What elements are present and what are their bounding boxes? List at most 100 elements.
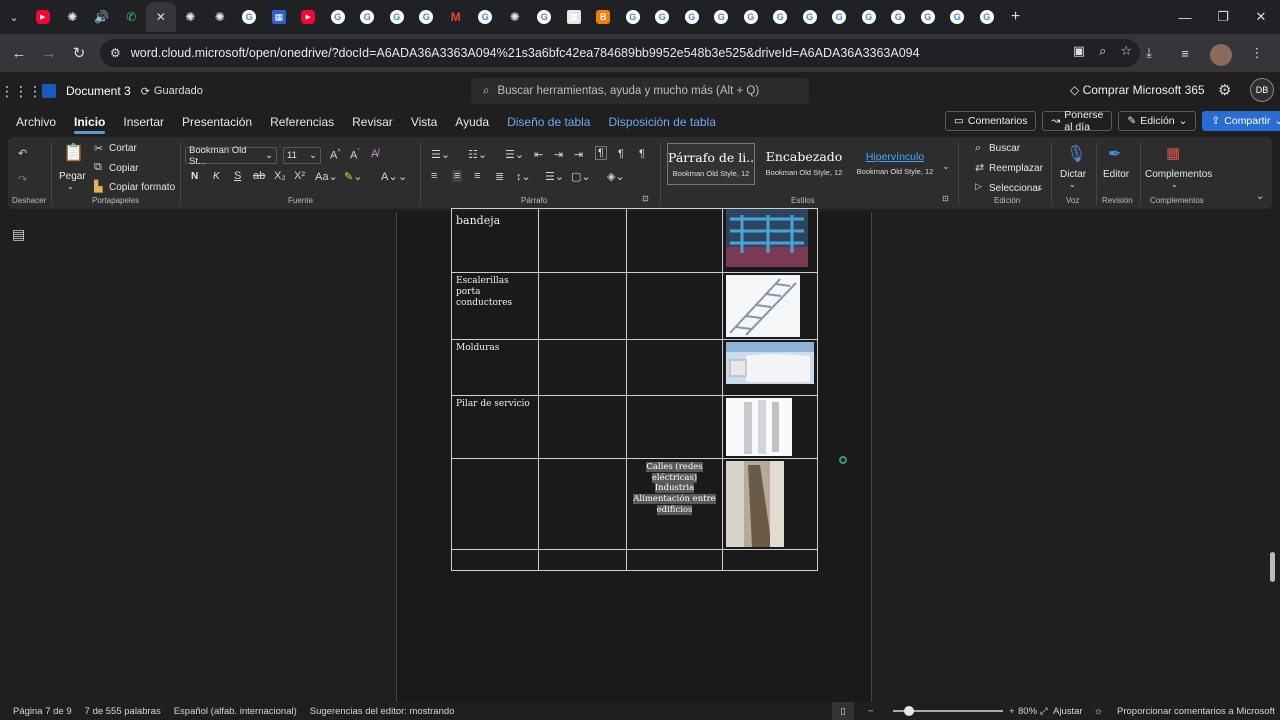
browser-tab[interactable]: ▦ bbox=[559, 2, 589, 32]
style-heading[interactable]: Encabezado Bookman Old Style, 12 bbox=[760, 143, 848, 185]
browser-tab[interactable]: ▦ bbox=[264, 2, 294, 32]
table-cell[interactable] bbox=[538, 208, 627, 273]
feedback-link[interactable]: Proporcionar comentarios a Microsoft bbox=[1117, 702, 1275, 720]
font-size-select[interactable]: 11 ⌄ bbox=[283, 147, 321, 164]
document-page[interactable]: bandeja Escalerillas porta conductores M… bbox=[396, 208, 872, 702]
browser-tab[interactable]: 🔊 bbox=[87, 2, 117, 32]
browser-tab[interactable]: ✺ bbox=[500, 2, 530, 32]
tab-archivo[interactable]: Archivo bbox=[16, 115, 56, 129]
clear-formatting-icon[interactable]: A̸ bbox=[371, 148, 378, 160]
tab-presentacion[interactable]: Presentación bbox=[182, 115, 252, 129]
dictate-button[interactable]: Dictar bbox=[1060, 169, 1086, 180]
service-pillar-image[interactable] bbox=[726, 398, 792, 456]
tab-search-icon[interactable]: ⌄ bbox=[0, 3, 28, 31]
browser-menu-icon[interactable]: ⋮ bbox=[1242, 38, 1272, 68]
table-cell[interactable] bbox=[538, 272, 627, 340]
browser-tab[interactable]: G bbox=[943, 2, 973, 32]
browser-tab[interactable]: G bbox=[530, 2, 560, 32]
subscript-icon[interactable]: X₂ bbox=[274, 170, 286, 182]
rtl-icon[interactable]: ¶ bbox=[618, 148, 624, 160]
change-case-icon[interactable]: Aa⌄ bbox=[315, 170, 338, 183]
increase-indent-2-icon[interactable]: ⇥ bbox=[574, 148, 583, 161]
microphone-icon[interactable]: 🎙 bbox=[1066, 144, 1086, 164]
fit-button[interactable]: Ajustar bbox=[1053, 702, 1083, 720]
italic-button[interactable]: K bbox=[213, 171, 220, 182]
decrease-indent-icon[interactable]: ⇤ bbox=[534, 148, 543, 161]
document-name[interactable]: Document 3 bbox=[66, 84, 131, 98]
grow-font-icon[interactable]: A^ bbox=[330, 149, 341, 162]
browser-tab[interactable]: M bbox=[441, 2, 471, 32]
table-cell[interactable]: bandeja bbox=[451, 208, 539, 273]
zoom-icon[interactable]: ⌕ bbox=[1099, 43, 1106, 59]
zoom-level[interactable]: 80% bbox=[1018, 702, 1037, 720]
tab-inicio[interactable]: Inicio bbox=[74, 115, 106, 134]
selected-text[interactable]: Calles (redes eléctricas) Industria Alim… bbox=[631, 462, 718, 515]
print-layout-icon[interactable]: ▯ bbox=[832, 702, 854, 720]
table-cell[interactable] bbox=[538, 339, 627, 396]
paragraph-launcher-icon[interactable]: ⊡ bbox=[642, 194, 649, 203]
editing-mode-button[interactable]: ✎ Edición ⌄ bbox=[1118, 111, 1197, 131]
browser-tab[interactable]: G bbox=[736, 2, 766, 32]
strikethrough-icon[interactable]: ab bbox=[253, 170, 265, 182]
ribbon-collapse-icon[interactable]: ⌄ bbox=[1256, 191, 1264, 202]
addins-icon[interactable]: ▦ bbox=[1166, 144, 1180, 162]
catch-up-button[interactable]: ↝ Ponerse al día bbox=[1042, 109, 1113, 133]
browser-tab[interactable]: ✺ bbox=[58, 2, 88, 32]
style-hyperlink[interactable]: Hipervínculo Bookman Old Style, 12 bbox=[851, 143, 939, 185]
table-cell[interactable] bbox=[626, 395, 723, 459]
bookmark-star-icon[interactable]: ☆ bbox=[1120, 43, 1132, 59]
tab-revisar[interactable]: Revisar bbox=[352, 115, 393, 129]
table-cell[interactable] bbox=[722, 395, 818, 459]
browser-tab[interactable]: ✕ bbox=[146, 2, 176, 32]
table-cell[interactable] bbox=[451, 458, 539, 550]
browser-tab[interactable]: ✺ bbox=[205, 2, 235, 32]
tab-disposicion-tabla[interactable]: Disposición de tabla bbox=[608, 115, 715, 129]
url-text[interactable]: word.cloud.microsoft/open/onedrive/?docI… bbox=[131, 46, 920, 60]
browser-tab[interactable]: ▶ bbox=[294, 2, 324, 32]
browser-tab[interactable]: B bbox=[589, 2, 619, 32]
align-right-icon[interactable]: ≡ bbox=[474, 170, 480, 182]
browser-tab[interactable]: G bbox=[766, 2, 796, 32]
editor-pen-icon[interactable]: ✒ bbox=[1108, 144, 1121, 164]
paste-chevron-icon[interactable]: ⌄ bbox=[67, 182, 74, 191]
close-window-icon[interactable]: ✕ bbox=[1242, 0, 1280, 34]
browser-tab[interactable]: G bbox=[707, 2, 737, 32]
vertical-scrollbar[interactable] bbox=[1270, 552, 1275, 582]
browser-tab[interactable]: G bbox=[913, 2, 943, 32]
align-center-icon[interactable]: ≡ bbox=[452, 170, 463, 182]
language[interactable]: Español (alfab. internacional) bbox=[174, 706, 297, 717]
styles-launcher-icon[interactable]: ⊡ bbox=[942, 194, 949, 203]
show-marks-icon[interactable]: ¶ bbox=[639, 148, 645, 160]
user-avatar[interactable]: DB bbox=[1250, 78, 1274, 102]
undo-icon[interactable]: ↶ bbox=[18, 147, 27, 160]
cable-tray-image[interactable] bbox=[726, 209, 808, 267]
new-tab-button[interactable]: + bbox=[1002, 8, 1030, 26]
table-cell[interactable]: Escalerillas porta conductores bbox=[451, 272, 539, 340]
paste-icon[interactable]: 📋 bbox=[63, 143, 84, 163]
browser-tab[interactable]: G bbox=[795, 2, 825, 32]
editor-suggestions[interactable]: Sugerencias del editor: mostrando bbox=[310, 706, 455, 717]
browser-tab[interactable]: ✆ bbox=[117, 2, 147, 32]
back-icon[interactable]: ← bbox=[4, 38, 34, 68]
install-app-icon[interactable]: ▣ bbox=[1073, 43, 1085, 59]
document-table[interactable]: bandeja Escalerillas porta conductores M… bbox=[451, 208, 818, 571]
replace-button[interactable]: Reemplazar bbox=[989, 163, 1043, 174]
browser-tab[interactable]: G bbox=[825, 2, 855, 32]
tab-diseno-tabla[interactable]: Diseño de tabla bbox=[507, 115, 590, 129]
table-cell[interactable] bbox=[722, 549, 818, 571]
style-paragraph-list[interactable]: Párrafo de li... Bookman Old Style, 12 bbox=[667, 143, 755, 185]
tab-insertar[interactable]: Insertar bbox=[123, 115, 164, 129]
table-cell[interactable]: Pilar de servicio bbox=[451, 395, 539, 459]
borders-icon[interactable]: ▢⌄ bbox=[571, 170, 591, 183]
paragraph-spacing-icon[interactable]: ☰⌄ bbox=[545, 170, 564, 183]
saved-status[interactable]: ⟳ Guardado bbox=[141, 85, 203, 98]
omnibox[interactable]: ⚙ word.cloud.microsoft/open/onedrive/?do… bbox=[100, 39, 1140, 67]
cut-button[interactable]: Cortar bbox=[109, 143, 137, 154]
styles-more-icon[interactable]: ⌄ bbox=[942, 161, 950, 172]
font-name-select[interactable]: Bookman Old St... ⌄ bbox=[185, 145, 277, 167]
find-button[interactable]: Buscar bbox=[989, 143, 1020, 154]
highlight-icon[interactable]: ✎⌄ bbox=[344, 170, 362, 183]
table-cell[interactable] bbox=[722, 208, 818, 273]
search-tools-input[interactable]: ⌕ Buscar herramientas, ayuda y mucho más… bbox=[471, 78, 809, 104]
table-cell[interactable] bbox=[626, 339, 723, 396]
